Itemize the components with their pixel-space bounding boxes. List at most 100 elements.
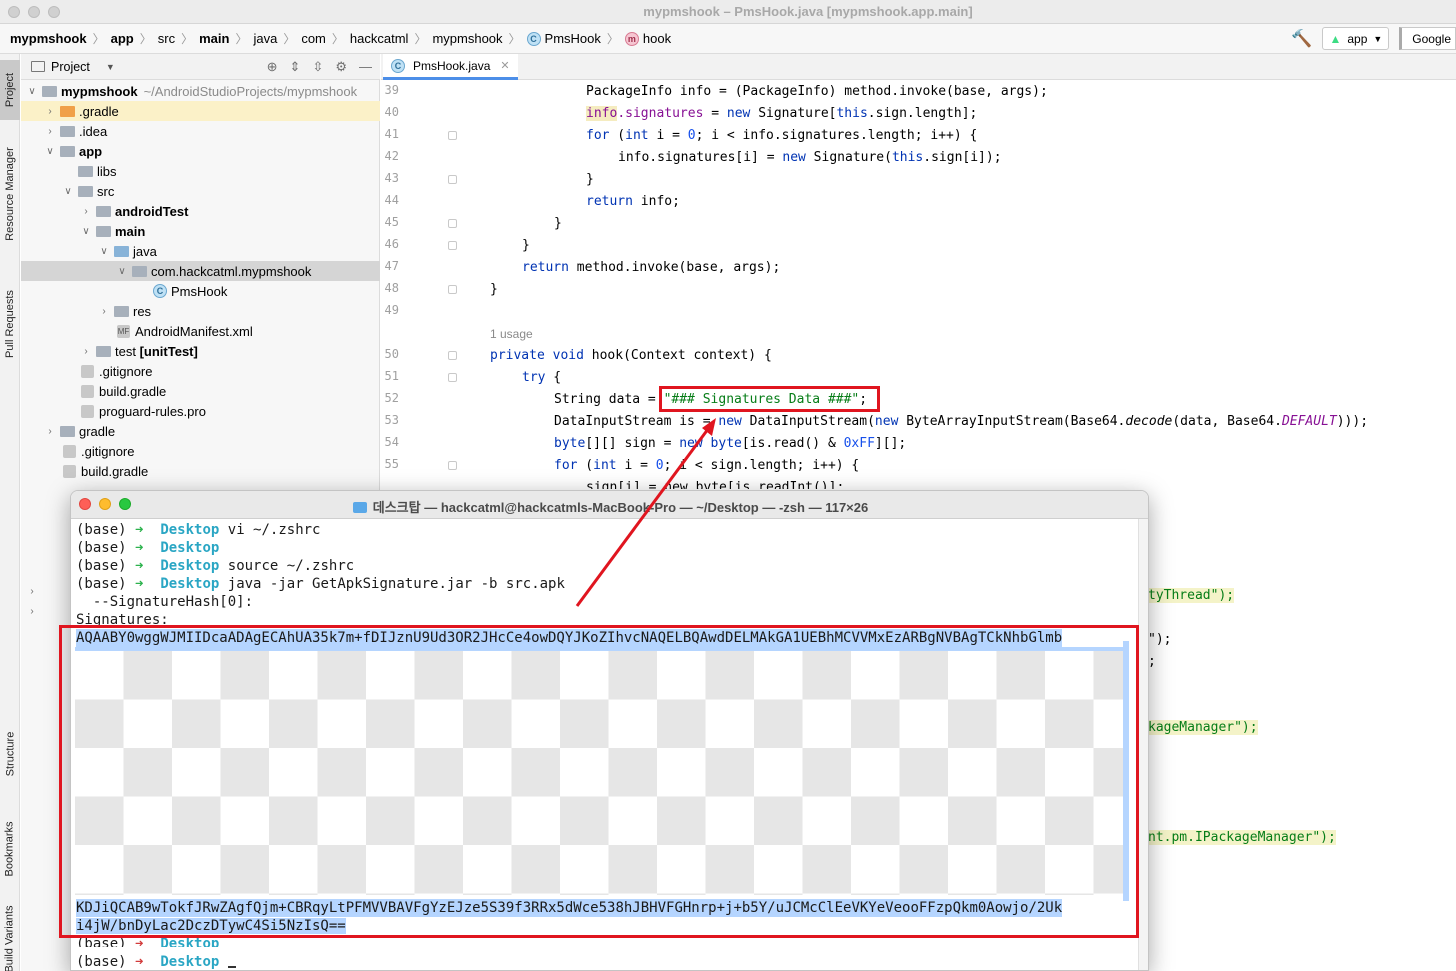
tab-pull-requests[interactable]: Pull Requests [0, 274, 20, 374]
tab-project[interactable]: Project [0, 60, 20, 120]
code-line-44: return info; [586, 194, 680, 209]
breadcrumb-item-project[interactable]: mypmshook 〉 [10, 30, 111, 47]
fold-marker[interactable] [448, 461, 457, 470]
fold-marker[interactable] [448, 131, 457, 140]
fold-marker[interactable] [448, 219, 457, 228]
breadcrumb-item-java[interactable]: java 〉 [253, 30, 301, 47]
tree-item-java[interactable]: ∨ java [21, 241, 380, 261]
fold-marker[interactable] [448, 351, 457, 360]
chevron-right-icon[interactable]: › [81, 346, 91, 357]
locate-icon[interactable]: ⊕ [267, 59, 278, 75]
line-number: 50 [384, 347, 399, 361]
breadcrumb-item-app[interactable]: app 〉 [111, 30, 158, 47]
chevron-down-icon[interactable]: ∨ [99, 246, 109, 257]
code-line-48: } [490, 282, 498, 297]
folder-icon [60, 125, 75, 137]
line-number: 41 [384, 127, 399, 141]
chevron-down-icon[interactable]: ∨ [45, 146, 55, 157]
gitignore-file-icon [81, 364, 94, 378]
chevron-down-icon[interactable]: ∨ [27, 86, 37, 97]
tree-item-res[interactable]: › res [21, 301, 380, 321]
chevron-right-icon[interactable]: › [45, 126, 55, 137]
chevron-down-icon[interactable]: ▼ [106, 62, 115, 72]
line-number: 51 [384, 369, 399, 383]
line-number: 47 [384, 259, 399, 273]
tree-item-build-gradle-root[interactable]: build.gradle [21, 461, 380, 481]
breadcrumb-item-hackcatml[interactable]: hackcatml 〉 [350, 30, 433, 47]
line-number: 43 [384, 171, 399, 185]
source-folder-icon [114, 245, 129, 257]
tab-resource-manager[interactable]: Resource Manager [0, 134, 20, 254]
build-hammer-icon[interactable]: 🔨 [1291, 29, 1312, 49]
device-select[interactable]: Google [1399, 27, 1456, 50]
code-line-47: return method.invoke(base, args); [522, 260, 781, 275]
tree-item-build-gradle-app[interactable]: build.gradle [21, 381, 380, 401]
tree-item-src[interactable]: ∨ src [21, 181, 380, 201]
gear-icon[interactable]: ⚙ [335, 59, 347, 75]
chevron-right-icon[interactable]: › [27, 586, 37, 597]
tree-item-app[interactable]: ∨ app [21, 141, 380, 161]
close-icon[interactable]: ✕ [500, 59, 509, 72]
chevron-right-icon[interactable]: › [99, 306, 109, 317]
tree-item-gradle-dir[interactable]: › .gradle [21, 101, 380, 121]
folder-icon [78, 165, 93, 177]
terminal-line: (base) ➜ Desktop [76, 540, 220, 556]
terminal-line: --SignatureHash[0]: [76, 594, 254, 610]
tree-item-androidtest[interactable]: › androidTest [21, 201, 380, 221]
tree-item-gitignore-root[interactable]: .gitignore [21, 441, 380, 461]
project-view-select[interactable]: Project [51, 60, 90, 74]
tree-item-pmshook-class[interactable]: C PmsHook [21, 281, 380, 301]
chevron-right-icon[interactable]: › [45, 106, 55, 117]
run-config-select[interactable]: ▲ app ▼ [1322, 27, 1390, 50]
expand-all-icon[interactable]: ⇕ [290, 59, 301, 75]
tree-item-test[interactable]: › test [unitTest] [21, 341, 380, 361]
code-line-56: sign[i] = new byte[is.readInt()]; [586, 480, 845, 489]
terminal-title: 데스크탑 — hackcatml@hackcatmls-MacBook-Pro … [71, 497, 1148, 516]
breadcrumb-item-src[interactable]: src 〉 [158, 30, 199, 47]
chevron-right-icon[interactable]: › [81, 206, 91, 217]
chevron-down-icon[interactable]: ∨ [63, 186, 73, 197]
chevron-right-icon[interactable]: › [45, 426, 55, 437]
breadcrumb-item-main[interactable]: main 〉 [199, 30, 253, 47]
breadcrumb-item-com[interactable]: com 〉 [301, 30, 350, 47]
code-line-42: info.signatures[i] = new Signature(this.… [618, 150, 1002, 165]
tree-item-gitignore-app[interactable]: .gitignore [21, 361, 380, 381]
folder-icon [78, 185, 93, 197]
fold-marker[interactable] [448, 175, 457, 184]
tab-pmshook-java[interactable]: C PmsHook.java ✕ [383, 54, 518, 80]
tree-item-gradle[interactable]: › gradle [21, 421, 380, 441]
tree-item-proguard[interactable]: proguard-rules.pro [21, 401, 380, 421]
tree-item-root[interactable]: ∨ mypmshook ~/AndroidStudioProjects/mypmsh… [21, 81, 380, 101]
tree-item-main[interactable]: ∨ main [21, 221, 380, 241]
terminal-line: (base) ➜ Desktop vi ~/.zshrc [76, 522, 321, 538]
tab-structure[interactable]: Structure [0, 714, 20, 794]
breadcrumb-item-method[interactable]: m hook [624, 31, 671, 46]
tree-item-libs[interactable]: libs [21, 161, 380, 181]
project-panel-header: Project ▼ ⊕ ⇕ ⇳ ⚙ — [21, 54, 380, 80]
line-number: 53 [384, 413, 399, 427]
chevron-right-icon[interactable]: › [27, 606, 37, 617]
tab-bookmarks[interactable]: Bookmarks [0, 804, 20, 894]
breadcrumb-item-mypmshook[interactable]: mypmshook 〉 [432, 30, 526, 47]
hide-icon[interactable]: — [359, 59, 372, 75]
method-icon: m [624, 31, 639, 46]
line-number: 48 [384, 281, 399, 295]
terminal-scrollbar[interactable] [1138, 519, 1148, 970]
line-number: 39 [384, 83, 399, 97]
line-number: 42 [384, 149, 399, 163]
fold-marker[interactable] [448, 285, 457, 294]
chevron-down-icon[interactable]: ∨ [81, 226, 91, 237]
chevron-down-icon[interactable]: ∨ [117, 266, 127, 277]
tree-item-package[interactable]: ∨ com.hackcatml.mypmshook [21, 261, 380, 281]
fold-marker[interactable] [448, 373, 457, 382]
fold-marker[interactable] [448, 241, 457, 250]
line-number: 49 [384, 303, 399, 317]
breadcrumb: mypmshook 〉 app 〉 src 〉 main 〉 java 〉 com 〉 ha… [0, 24, 1456, 54]
usage-hint[interactable]: 1 usage [490, 323, 533, 343]
terminal-prompt[interactable]: (base) ➜ Desktop [76, 953, 236, 970]
tab-build-variants[interactable]: Build Variants [0, 904, 20, 971]
breadcrumb-item-class[interactable]: C PmsHook 〉 [526, 30, 625, 47]
tree-item-idea[interactable]: › .idea [21, 121, 380, 141]
tree-item-manifest[interactable]: MF AndroidManifest.xml [21, 321, 380, 341]
collapse-all-icon[interactable]: ⇳ [312, 59, 323, 75]
